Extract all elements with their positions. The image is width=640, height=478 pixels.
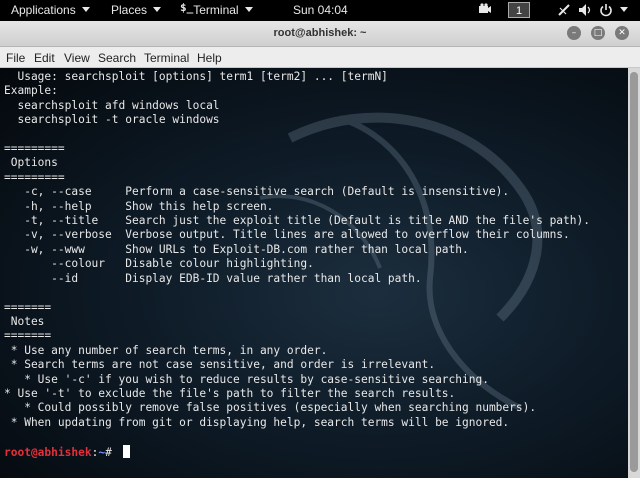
menubar: File Edit View Search Terminal Help: [0, 47, 640, 68]
terminal-line: * Could possibly remove false positives …: [4, 401, 537, 415]
shell-prompt[interactable]: root@abhishek:~#: [4, 445, 130, 460]
terminal-line: Usage: searchsploit [options] term1 [ter…: [4, 70, 388, 83]
terminal-app-icon: $_: [180, 1, 194, 14]
window-titlebar[interactable]: root@abhishek: ~ – □ ✕: [0, 21, 640, 47]
terminal-line: -t, --title Search just the exploit titl…: [4, 214, 590, 228]
workspace-indicator[interactable]: 1: [508, 2, 530, 18]
volume-icon[interactable]: [578, 3, 592, 20]
chevron-down-icon: [620, 7, 628, 12]
terminal-line: * Use '-t' to exclude the file's path to…: [4, 386, 456, 400]
minimize-button[interactable]: –: [567, 26, 581, 40]
applications-label: Applications: [11, 3, 76, 17]
terminal-line: =======: [4, 329, 52, 343]
terminal-line: * Use any number of search terms, in any…: [4, 343, 328, 357]
terminal-line: =========: [4, 142, 65, 156]
camera-icon[interactable]: [478, 3, 492, 18]
terminal-line: =========: [4, 170, 65, 184]
terminal-output: Usage: searchsploit [options] term1 [ter…: [4, 70, 590, 430]
menu-help[interactable]: Help: [197, 51, 222, 65]
terminal-line: --colour Disable colour highlighting.: [4, 257, 314, 271]
scrollbar[interactable]: [628, 68, 640, 478]
terminal-line: Example:: [4, 84, 58, 98]
terminal-line: * When updating from git or displaying h…: [4, 415, 510, 429]
maximize-icon: □: [593, 28, 603, 38]
chevron-down-icon: [244, 7, 253, 12]
terminal-app-menu[interactable]: $_Terminal: [180, 0, 253, 17]
close-icon: ✕: [618, 28, 626, 38]
places-label: Places: [111, 3, 148, 17]
terminal-line: * Search terms are not case sensitive, a…: [4, 358, 436, 372]
terminal-app-label: Terminal: [193, 3, 239, 17]
terminal-line: -w, --www Show URLs to Exploit-DB.com ra…: [4, 242, 469, 256]
network-disconnected-icon[interactable]: [557, 3, 571, 20]
text-cursor: [122, 445, 130, 458]
terminal-line: -c, --case Perform a case-sensitive sear…: [4, 185, 510, 199]
terminal-line: -v, --verbose Verbose output. Title line…: [4, 228, 570, 242]
menu-edit[interactable]: Edit: [34, 51, 55, 65]
power-icon[interactable]: [599, 3, 613, 20]
window-title: root@abhishek: ~: [273, 27, 367, 39]
top-panel: Applications Places $_Terminal Sun 04:04…: [0, 0, 640, 21]
chevron-down-icon: [81, 7, 90, 12]
system-menu[interactable]: [620, 3, 628, 17]
menu-file[interactable]: File: [6, 51, 25, 65]
menu-search[interactable]: Search: [98, 51, 136, 65]
terminal-line: * Use '-c' if you wish to reduce results…: [4, 372, 489, 386]
terminal-line: Notes: [4, 314, 45, 328]
prompt-user: root@abhishek: [4, 446, 92, 459]
terminal-line: =======: [4, 300, 52, 314]
terminal-line: -h, --help Show this help screen.: [4, 199, 274, 213]
clock[interactable]: Sun 04:04: [293, 3, 348, 17]
terminal-line: searchsploit afd windows local: [4, 98, 220, 112]
terminal-line: --id Display EDB-ID value rather than lo…: [4, 271, 422, 285]
terminal-line: searchsploit -t oracle windows: [4, 113, 220, 127]
terminal-line: Options: [4, 156, 58, 170]
minimize-icon: –: [571, 28, 577, 38]
maximize-button[interactable]: □: [591, 26, 605, 40]
chevron-down-icon: [153, 7, 162, 12]
terminal-view[interactable]: Usage: searchsploit [options] term1 [ter…: [0, 68, 628, 478]
menu-view[interactable]: View: [64, 51, 90, 65]
prompt-symbol: #: [105, 446, 119, 459]
scrollbar-thumb[interactable]: [630, 72, 638, 472]
places-menu[interactable]: Places: [111, 3, 162, 17]
applications-menu[interactable]: Applications: [11, 3, 90, 17]
menu-terminal[interactable]: Terminal: [144, 51, 189, 65]
close-button[interactable]: ✕: [615, 26, 629, 40]
